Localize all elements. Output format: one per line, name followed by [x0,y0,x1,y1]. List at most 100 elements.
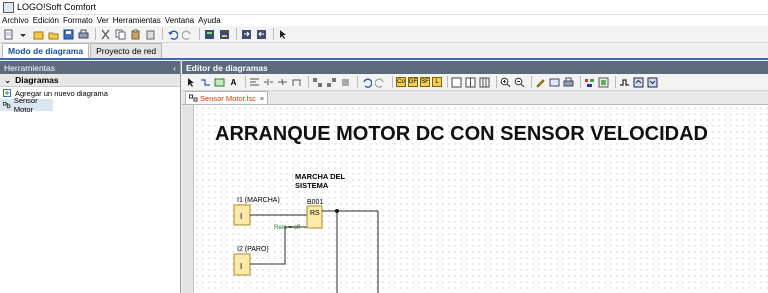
toolbar-separator [308,76,309,88]
route-icon[interactable] [291,77,302,88]
transfer-icon[interactable] [218,28,230,40]
add-diagram-icon [3,89,11,97]
input-i2-label: I2 (PARO) [237,246,269,253]
open-folder-icon[interactable] [47,28,59,40]
new-file-icon[interactable] [2,28,14,40]
tools-panel: Herramientas ‹ ⌄ Diagramas Agregar un nu… [0,61,181,293]
menu-formato[interactable]: Formato [63,16,93,25]
layout-triple-icon[interactable] [479,77,490,88]
ungroup-icon[interactable] [326,77,337,88]
constants-block-button[interactable]: Co [396,77,406,87]
rs-block-id: B001 [307,199,323,206]
connect-icon[interactable] [200,77,211,88]
rs-block-caption-line2: SISTEMA [295,181,329,190]
menu-archivo[interactable]: Archivo [2,16,29,25]
chevron-down-icon[interactable]: ⌄ [4,75,11,86]
logo-to-pc-icon[interactable] [255,28,267,40]
order-icon[interactable] [340,77,351,88]
cut-connection-icon[interactable] [277,77,288,88]
diagram-canvas[interactable]: ARRANQUE MOTOR DC CON SENSOR VELOCIDAD M… [182,105,768,293]
menu-bar: Archivo Edición Formato Ver Herramientas… [0,15,768,26]
zoom-out-icon[interactable] [514,77,525,88]
input-i2-symbol: I [240,262,242,271]
properties-icon[interactable] [549,77,560,88]
open-file-icon[interactable] [32,28,44,40]
io-status-icon[interactable] [598,77,609,88]
menu-edicion[interactable]: Edición [33,16,59,25]
tab-modo-de-diagrama[interactable]: Modo de diagrama [2,43,90,58]
diagram-editor-header: Editor de diagramas [182,61,768,74]
undo-icon[interactable] [361,77,372,88]
zoom-in-icon[interactable] [500,77,511,88]
toolbar-separator [357,76,358,88]
new-dropdown-icon[interactable] [17,28,29,40]
special-functions-button[interactable]: SF [420,77,430,87]
tools-panel-header: Herramientas ‹ [0,61,180,74]
collapse-panel-icon[interactable]: ‹ [173,63,176,73]
toolbar-separator [236,28,237,40]
constants-icon[interactable] [214,77,225,88]
diagrams-group[interactable]: ⌄ Diagramas [0,74,180,87]
copy-icon[interactable] [114,28,126,40]
collapse-icon[interactable] [647,77,658,88]
delete-icon[interactable] [144,28,156,40]
ladder-button[interactable]: L [432,77,442,87]
menu-ayuda[interactable]: Ayuda [198,16,221,25]
simulation-icon[interactable] [203,28,215,40]
editor-toolbar: A Co GF SF L [182,74,768,91]
tab-sensor-motor-lsc[interactable]: Sensor Motor.lsc × [185,91,269,104]
group-icon[interactable] [312,77,323,88]
print-icon[interactable] [77,28,89,40]
undo-icon[interactable] [166,28,178,40]
toolbar-separator [199,28,200,40]
menu-herramientas[interactable]: Herramientas [113,16,161,25]
select-pointer-icon[interactable] [186,77,197,88]
help-pointer-icon[interactable] [277,28,289,40]
diagram-icon [189,94,198,102]
input-i1-symbol: I [240,212,242,221]
save-icon[interactable] [62,28,74,40]
basic-functions-button[interactable]: GF [408,77,418,87]
mode-tab-bar: Modo de diagrama Proyecto de red [0,43,768,60]
pen-icon[interactable] [535,77,546,88]
app-icon [3,1,14,13]
menu-ver[interactable]: Ver [97,16,109,25]
text-tool-icon[interactable]: A [228,77,239,88]
pc-to-logo-icon[interactable] [240,28,252,40]
signal-icon[interactable] [619,77,630,88]
split-connection-icon[interactable] [263,77,274,88]
tab-proyecto-de-red[interactable]: Proyecto de red [90,43,163,58]
toolbar-separator [580,76,581,88]
diagram-icon [3,101,11,109]
rem-label: Rem = off [274,225,300,231]
toolbar-separator [615,76,616,88]
main-toolbar [0,26,768,43]
layout-single-icon[interactable] [451,77,462,88]
toolbar-separator [273,28,274,40]
paste-icon[interactable] [129,28,141,40]
diagram-editor: Editor de diagramas A Co GF SF L Sensor … [182,61,768,293]
input-i1-label: I1 (MARCHA) [237,197,280,204]
print-icon[interactable] [563,77,574,88]
cut-icon[interactable] [99,28,111,40]
menu-ventana[interactable]: Ventana [165,16,194,25]
title-bar: LOGO!Soft Comfort [0,0,768,15]
redo-icon[interactable] [375,77,386,88]
close-icon[interactable]: × [260,94,264,103]
toolbar-separator [392,76,393,88]
diagram-item-label: Sensor Motor [13,96,38,114]
layout-split-icon[interactable] [465,77,476,88]
network-icon[interactable] [584,77,595,88]
toolbar-separator [447,76,448,88]
toolbar-separator [95,28,96,40]
doc-tab-label: Sensor Motor.lsc [200,93,256,103]
diagram-wiring: MARCHA DEL SISTEMA I1 (MARCHA) I I2 (PAR… [233,172,379,293]
tools-panel-title: Herramientas [4,62,56,73]
rs-block-caption-line1: MARCHA DEL [295,172,346,181]
diagram-item-sensor-motor[interactable]: Sensor Motor [0,96,53,114]
redo-icon[interactable] [181,28,193,40]
toolbar-separator [245,76,246,88]
align-icon[interactable] [249,77,260,88]
expand-icon[interactable] [633,77,644,88]
document-tab-bar: Sensor Motor.lsc × [182,91,768,105]
